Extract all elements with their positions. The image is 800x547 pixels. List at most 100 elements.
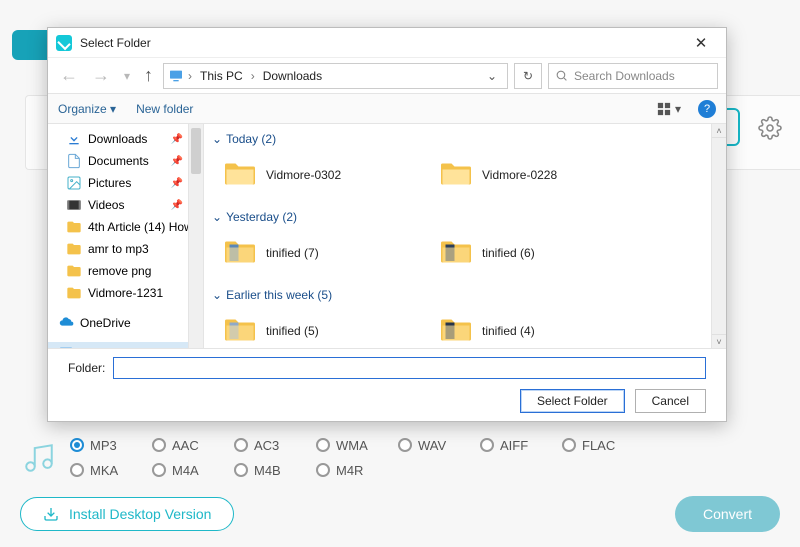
view-menu[interactable]: ▾ — [652, 99, 686, 119]
organize-menu[interactable]: Organize ▾ — [58, 102, 116, 116]
file-scrollbar[interactable]: ˄ ˅ — [711, 124, 726, 348]
tree-pictures[interactable]: Pictures📌 — [48, 172, 203, 194]
folder-icon — [438, 237, 474, 269]
format-mp3[interactable]: MP3 — [70, 438, 152, 453]
item-label: tinified (4) — [482, 324, 535, 338]
format-m4b[interactable]: M4B — [234, 463, 316, 478]
format-m4r[interactable]: M4R — [316, 463, 398, 478]
item-label: tinified (5) — [266, 324, 319, 338]
tree-scrollbar[interactable] — [188, 124, 203, 348]
format-flac[interactable]: FLAC — [562, 438, 644, 453]
format-label: M4B — [254, 463, 281, 478]
crumb-this-pc[interactable]: This PC — [196, 69, 247, 83]
item-label: Vidmore-0228 — [482, 168, 557, 182]
brand-strip — [12, 30, 52, 60]
chevron-down-icon: ⌄ — [212, 210, 222, 224]
tree-downloads[interactable]: Downloads📌 — [48, 128, 203, 150]
folder-item[interactable]: tinified (4) — [438, 310, 648, 348]
folder-icon — [438, 159, 474, 191]
folder-item[interactable]: tinified (7) — [222, 232, 432, 274]
folder-name-input[interactable] — [113, 357, 706, 379]
crumb-sep: › — [249, 69, 257, 83]
tree-folder[interactable]: remove png — [48, 260, 203, 282]
dialog-titlebar: Select Folder ✕ — [48, 28, 726, 58]
scroll-up[interactable]: ˄ — [712, 124, 726, 138]
folder-icon — [66, 219, 82, 235]
group-today[interactable]: ⌄Today (2) — [212, 128, 726, 150]
nav-tree: Downloads📌 Documents📌 Pictures📌 Videos📌 … — [48, 124, 204, 348]
file-list: ⌄Today (2) Vidmore-0302 Vidmore-0228 ⌄Ye… — [204, 124, 726, 348]
install-label: Install Desktop Version — [69, 506, 211, 522]
address-bar[interactable]: › This PC › Downloads ⌄ — [163, 63, 508, 89]
dialog-footer: Folder: Select Folder Cancel — [48, 348, 726, 421]
folder-item[interactable]: tinified (6) — [438, 232, 648, 274]
format-label: M4R — [336, 463, 363, 478]
item-label: Vidmore-0302 — [266, 168, 341, 182]
tree-folder[interactable]: Vidmore-1231 — [48, 282, 203, 304]
format-label: AC3 — [254, 438, 279, 453]
folder-item[interactable]: tinified (5) — [222, 310, 432, 348]
format-wma[interactable]: WMA — [316, 438, 398, 453]
select-folder-button[interactable]: Select Folder — [520, 389, 625, 413]
format-ac3[interactable]: AC3 — [234, 438, 316, 453]
chevron-down-icon: ⌄ — [212, 132, 222, 146]
cancel-button[interactable]: Cancel — [635, 389, 706, 413]
format-label: M4A — [172, 463, 199, 478]
install-desktop-button[interactable]: Install Desktop Version — [20, 497, 234, 531]
pin-icon: 📌 — [171, 156, 183, 167]
format-label: AIFF — [500, 438, 528, 453]
format-selector: MP3 AAC AC3 WMA WAV AIFF FLAC MKA M4A M4… — [8, 430, 792, 485]
crumb-sep: › — [186, 69, 194, 83]
close-button[interactable]: ✕ — [684, 34, 718, 52]
pin-icon: 📌 — [171, 178, 183, 189]
format-m4a[interactable]: M4A — [152, 463, 234, 478]
back-button[interactable]: ← — [56, 65, 82, 86]
videos-icon — [66, 197, 82, 213]
address-dropdown[interactable]: ⌄ — [481, 69, 503, 83]
group-earlier[interactable]: ⌄Earlier this week (5) — [212, 284, 726, 306]
settings-icon[interactable] — [758, 116, 782, 140]
chevron-down-icon: ⌄ — [212, 288, 222, 302]
scroll-down[interactable]: ˅ — [712, 334, 726, 348]
format-label: MP3 — [90, 438, 117, 453]
app-bottom-bar: Install Desktop Version Convert — [0, 491, 800, 537]
refresh-button[interactable]: ↻ — [514, 63, 542, 89]
search-input[interactable]: Search Downloads — [548, 63, 718, 89]
format-wav[interactable]: WAV — [398, 438, 480, 453]
format-label: AAC — [172, 438, 199, 453]
download-icon — [43, 506, 59, 522]
download-icon — [66, 131, 82, 147]
format-mka[interactable]: MKA — [70, 463, 152, 478]
new-folder-button[interactable]: New folder — [136, 102, 193, 116]
forward-button[interactable]: → — [88, 65, 114, 86]
dialog-title: Select Folder — [80, 36, 151, 50]
search-placeholder: Search Downloads — [574, 69, 675, 83]
convert-button[interactable]: Convert — [675, 496, 780, 532]
toolbar: Organize ▾ New folder ▾ ? — [48, 94, 726, 124]
crumb-downloads[interactable]: Downloads — [259, 69, 326, 83]
group-yesterday[interactable]: ⌄Yesterday (2) — [212, 206, 726, 228]
help-button[interactable]: ? — [698, 100, 716, 118]
search-icon — [555, 69, 568, 82]
folder-icon — [66, 241, 82, 257]
format-aiff[interactable]: AIFF — [480, 438, 562, 453]
app-logo-icon — [56, 35, 72, 51]
recent-dropdown[interactable]: ▾ — [120, 69, 134, 83]
tree-folder[interactable]: amr to mp3 — [48, 238, 203, 260]
folder-item[interactable]: Vidmore-0302 — [222, 154, 432, 196]
folder-icon — [66, 263, 82, 279]
format-label: WMA — [336, 438, 368, 453]
tree-videos[interactable]: Videos📌 — [48, 194, 203, 216]
tree-this-pc[interactable]: This PC — [48, 342, 203, 348]
folder-item[interactable]: Vidmore-0228 — [438, 154, 648, 196]
tree-onedrive[interactable]: OneDrive — [48, 312, 203, 334]
folder-icon — [438, 315, 474, 347]
document-icon — [66, 153, 82, 169]
tree-folder[interactable]: 4th Article (14) How to Re — [48, 216, 203, 238]
format-aac[interactable]: AAC — [152, 438, 234, 453]
item-label: tinified (6) — [482, 246, 535, 260]
up-button[interactable]: ↑ — [140, 65, 157, 86]
folder-icon — [66, 285, 82, 301]
tree-documents[interactable]: Documents📌 — [48, 150, 203, 172]
music-icon — [22, 441, 56, 475]
